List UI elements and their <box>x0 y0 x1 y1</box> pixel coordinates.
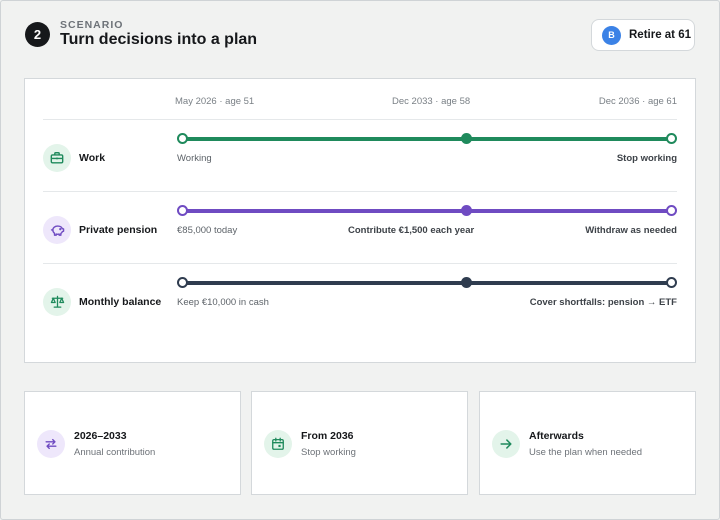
page-title: Turn decisions into a plan <box>60 31 258 48</box>
balance-middle-marker[interactable] <box>461 277 472 288</box>
retire-age-chip[interactable]: B Retire at 61 <box>591 19 695 51</box>
milestone-end: Dec 2036 · age 61 <box>598 96 677 107</box>
repeat-icon <box>37 430 65 458</box>
milestone-start: May 2026 · age 51 <box>175 96 255 107</box>
balance-start-marker[interactable] <box>177 277 188 288</box>
avatar: B <box>602 25 621 45</box>
timeline-row-work: Work Working Stop working <box>25 121 695 193</box>
balance-end-label: Cover shortfalls: pension → ETF <box>529 297 677 308</box>
retire-age-label: Retire at 61 <box>629 29 692 41</box>
pension-start-label: €85,000 today <box>177 225 238 236</box>
summary-card-stop-working[interactable]: From 2036 Stop working <box>251 391 468 495</box>
pension-middle-marker[interactable] <box>461 205 472 216</box>
pension-start-marker[interactable] <box>177 205 188 216</box>
work-start-marker[interactable] <box>177 133 188 144</box>
section-eyebrow: SCENARIO <box>60 19 124 31</box>
pension-end-marker[interactable] <box>666 205 677 216</box>
balance-end-marker[interactable] <box>666 277 677 288</box>
card-title: 2026–2033 <box>74 430 127 442</box>
row-label-private-pension: Private pension <box>79 224 158 236</box>
summary-card-afterwards[interactable]: Afterwards Use the plan when needed <box>479 391 696 495</box>
piggy-bank-icon <box>43 216 71 244</box>
row-label-monthly-balance: Monthly balance <box>79 296 162 308</box>
work-timeline-track[interactable] <box>177 133 677 145</box>
scale-icon <box>43 288 71 316</box>
work-start-label: Working <box>177 153 212 164</box>
card-subtitle: Stop working <box>301 447 356 458</box>
milestone-middle: Dec 2033 · age 58 <box>392 96 471 107</box>
timeline-row-monthly-balance: Monthly balance Keep €10,000 in cash Cov… <box>25 265 695 337</box>
balance-timeline-line <box>182 281 672 285</box>
pension-middle-label: Contribute €1,500 each year <box>348 225 475 236</box>
row-label-work: Work <box>79 152 106 164</box>
card-subtitle: Use the plan when needed <box>529 447 643 458</box>
timeline-row-private-pension: Private pension €85,000 today Contribute… <box>25 193 695 265</box>
balance-timeline-track[interactable] <box>177 277 677 289</box>
pension-end-label: Withdraw as needed <box>585 225 677 236</box>
briefcase-icon <box>43 144 71 172</box>
card-title: Afterwards <box>529 430 584 442</box>
work-timeline-line <box>182 137 672 141</box>
work-middle-marker[interactable] <box>461 133 472 144</box>
work-end-label: Stop working <box>616 153 677 164</box>
pension-timeline-track[interactable] <box>177 205 677 217</box>
work-end-marker[interactable] <box>666 133 677 144</box>
row-divider <box>43 119 677 120</box>
balance-start-label: Keep €10,000 in cash <box>177 297 269 308</box>
card-subtitle: Annual contribution <box>74 447 156 458</box>
pension-timeline-line <box>182 209 672 213</box>
summary-card-contribution[interactable]: 2026–2033 Annual contribution <box>24 391 241 495</box>
card-title: From 2036 <box>301 430 354 442</box>
calendar-icon <box>264 430 292 458</box>
step-number-badge: 2 <box>25 22 50 47</box>
arrow-right-icon <box>492 430 520 458</box>
timeline-panel: May 2026 · age 51 Dec 2033 · age 58 Dec … <box>24 78 696 363</box>
